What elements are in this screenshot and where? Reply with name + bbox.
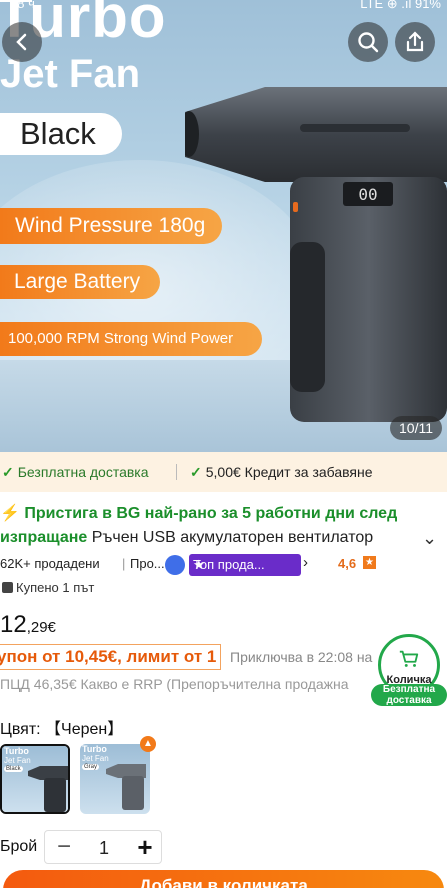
feature-large-battery: Large Battery	[0, 265, 160, 299]
chevron-right-icon[interactable]: ›	[303, 554, 308, 571]
bought-count: Купено 1 път	[2, 580, 94, 595]
image-counter: 10/11	[390, 416, 442, 440]
choice-badge-icon	[165, 555, 185, 575]
check-icon: ✓	[190, 464, 202, 480]
price-int: 12	[0, 611, 27, 638]
thumb-color: Black	[4, 766, 23, 772]
thumb-subtitle: Jet Fan	[4, 756, 31, 765]
stats-row: 62K+ продадени | Про... ★ Топ прода... ›…	[0, 554, 447, 576]
coupon-badge[interactable]: упон от 10,45€, лимит от 1	[0, 644, 222, 670]
product-title-text: Ръчен USB акумулаторен вентилатор	[87, 529, 374, 546]
product-title[interactable]: ⚡ Пристига в BG най-рано за 5 работни дн…	[0, 502, 420, 550]
shipping-bar[interactable]: ✓ Безплатна доставка ✓ 5,00€ Кредит за заб…	[0, 452, 447, 492]
rrp-info[interactable]: ПЦД 46,35€ Какво е RRP (Препоръчителна п…	[0, 676, 349, 692]
status-indicators: LTE ⊕ .ıl 91%	[360, 0, 441, 11]
star-icon: ★	[363, 556, 376, 569]
free-shipping-label: Безплатна доставка	[17, 464, 149, 480]
cart-icon	[399, 650, 419, 667]
check-icon: ✓	[2, 464, 14, 480]
chevron-left-icon	[16, 33, 27, 51]
fan-display-text: 00	[358, 185, 377, 204]
variant-thumb-black[interactable]: Turbo Jet Fan Black	[0, 744, 70, 814]
fan-thumb-image	[106, 764, 146, 810]
price: 12,29€	[0, 611, 56, 639]
top-seller-label: Топ прода...	[193, 557, 265, 572]
search-button[interactable]	[348, 22, 388, 62]
quantity-stepper: − 1 +	[44, 830, 162, 864]
hero-color-pill: Black	[0, 113, 122, 155]
thumb-subtitle: Jet Fan	[82, 754, 109, 763]
fan-product-image: 00	[185, 87, 447, 422]
search-icon	[358, 32, 379, 53]
cart-free-shipping: Безплатна доставка	[371, 684, 447, 706]
free-shipping: ✓ Безплатна доставка	[2, 464, 149, 481]
product-image-carousel[interactable]: 08 ч. LTE ⊕ .ıl 91% Turbo Jet Fan Black …	[0, 0, 447, 452]
top-seller-badge[interactable]: ★ Топ прода...	[189, 554, 301, 576]
lightning-icon: ⚡	[0, 505, 25, 522]
add-to-cart-button[interactable]: Добави в количката	[3, 870, 444, 888]
fan-thumb-image	[28, 766, 68, 812]
thumb-title: Turbo	[82, 744, 107, 754]
bought-label: Купено 1 път	[16, 580, 95, 595]
variant-thumb-gray[interactable]: Turbo Jet Fan Gray	[80, 744, 150, 814]
quantity-value[interactable]: 1	[83, 831, 125, 865]
quantity-label: Брой	[0, 838, 38, 855]
rating-value[interactable]: 4,6	[338, 556, 356, 571]
delay-credit-label: 5,00€ Кредит за забавяне	[205, 464, 373, 480]
sold-count: 62K+ продадени	[0, 556, 100, 571]
thumb-color: Gray	[82, 764, 100, 770]
chevron-down-icon[interactable]: ⌄	[422, 528, 437, 549]
bag-icon	[2, 582, 13, 593]
quantity-minus-button[interactable]: −	[45, 831, 83, 865]
coupon-ends: Приключва в 22:08 на	[230, 649, 373, 665]
delay-credit: ✓ 5,00€ Кредит за забавяне	[190, 464, 373, 481]
color-label: Цвят: 【Черен】	[0, 721, 124, 738]
back-button[interactable]	[2, 22, 42, 62]
divider: |	[122, 556, 126, 571]
thumb-title: Turbo	[4, 746, 29, 756]
divider	[176, 464, 177, 480]
pro-link[interactable]: Про...	[130, 556, 165, 571]
price-dec: ,29€	[26, 619, 56, 636]
share-button[interactable]	[395, 22, 435, 62]
flame-icon: ▲	[140, 736, 156, 752]
quantity-plus-button[interactable]: +	[127, 831, 163, 865]
share-icon	[406, 31, 424, 52]
